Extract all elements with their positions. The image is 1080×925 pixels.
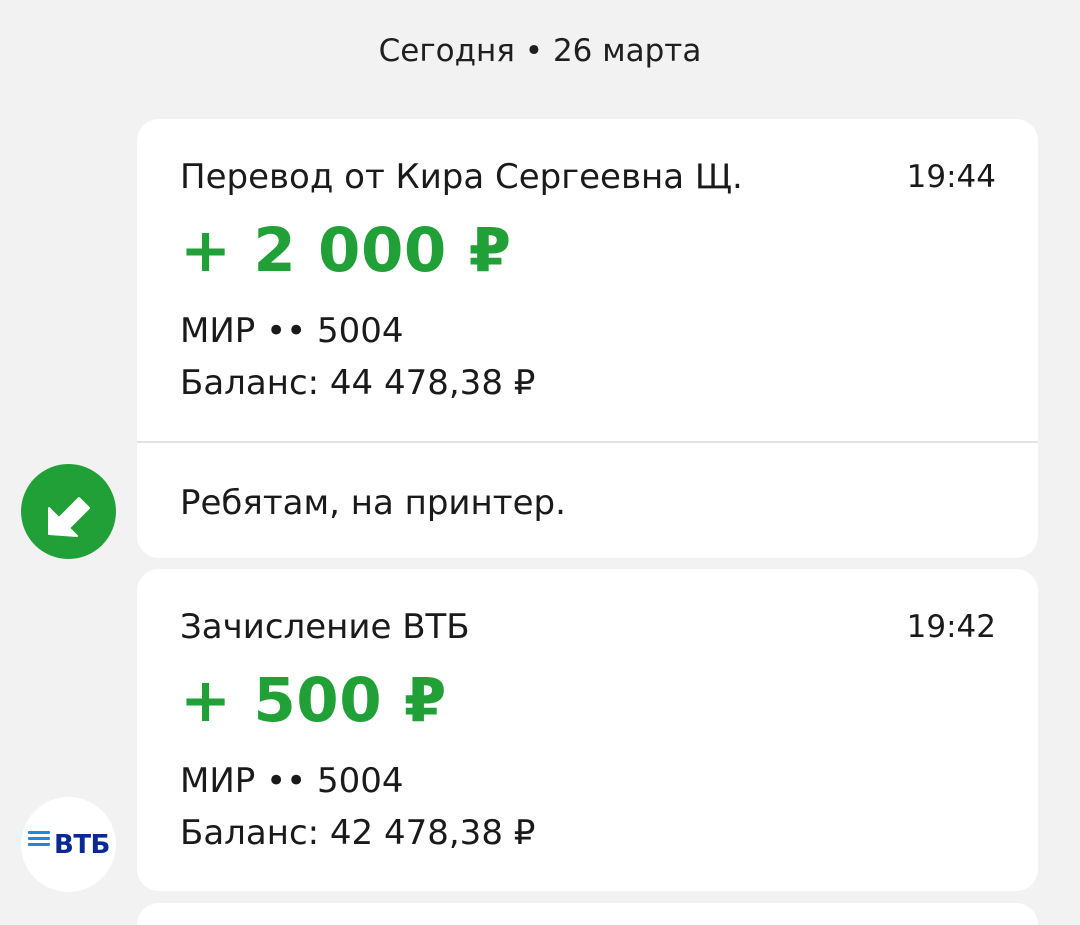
vtb-logo: ВТБ xyxy=(21,797,116,892)
vtb-logo-text: ВТБ xyxy=(54,830,110,860)
vtb-stripes-icon xyxy=(28,831,50,847)
transaction-time: 19:44 xyxy=(906,159,996,195)
divider xyxy=(137,441,1038,443)
transaction-time: 19:42 xyxy=(906,609,996,645)
balance-text: Баланс: 44 478,38 ₽ xyxy=(180,363,536,403)
transaction-card[interactable] xyxy=(137,903,1038,925)
transaction-title: Зачисление ВТБ xyxy=(180,607,470,647)
transaction-title: Перевод от Кира Сергеевна Щ. xyxy=(180,157,743,197)
transaction-amount: + 500 ₽ xyxy=(180,665,447,736)
transaction-amount: + 2 000 ₽ xyxy=(180,215,512,286)
transaction-header: Перевод от Кира Сергеевна Щ. 19:44 xyxy=(180,155,996,199)
transactions-feed: Сегодня • 26 марта Перевод от Кира Серге… xyxy=(0,0,1080,925)
incoming-arrow-icon xyxy=(21,464,116,559)
date-header: Сегодня • 26 марта xyxy=(378,33,702,69)
transaction-card[interactable]: Зачисление ВТБ 19:42 + 500 ₽ МИР •• 5004… xyxy=(137,569,1038,891)
transfer-message: Ребятам, на принтер. xyxy=(180,483,566,523)
balance-text: Баланс: 42 478,38 ₽ xyxy=(180,813,536,853)
transaction-header: Зачисление ВТБ 19:42 xyxy=(180,605,996,649)
transaction-card[interactable]: Перевод от Кира Сергеевна Щ. 19:44 + 2 0… xyxy=(137,119,1038,558)
card-number: МИР •• 5004 xyxy=(180,761,404,801)
vtb-logo-mark: ВТБ xyxy=(28,830,110,860)
card-number: МИР •• 5004 xyxy=(180,311,404,351)
